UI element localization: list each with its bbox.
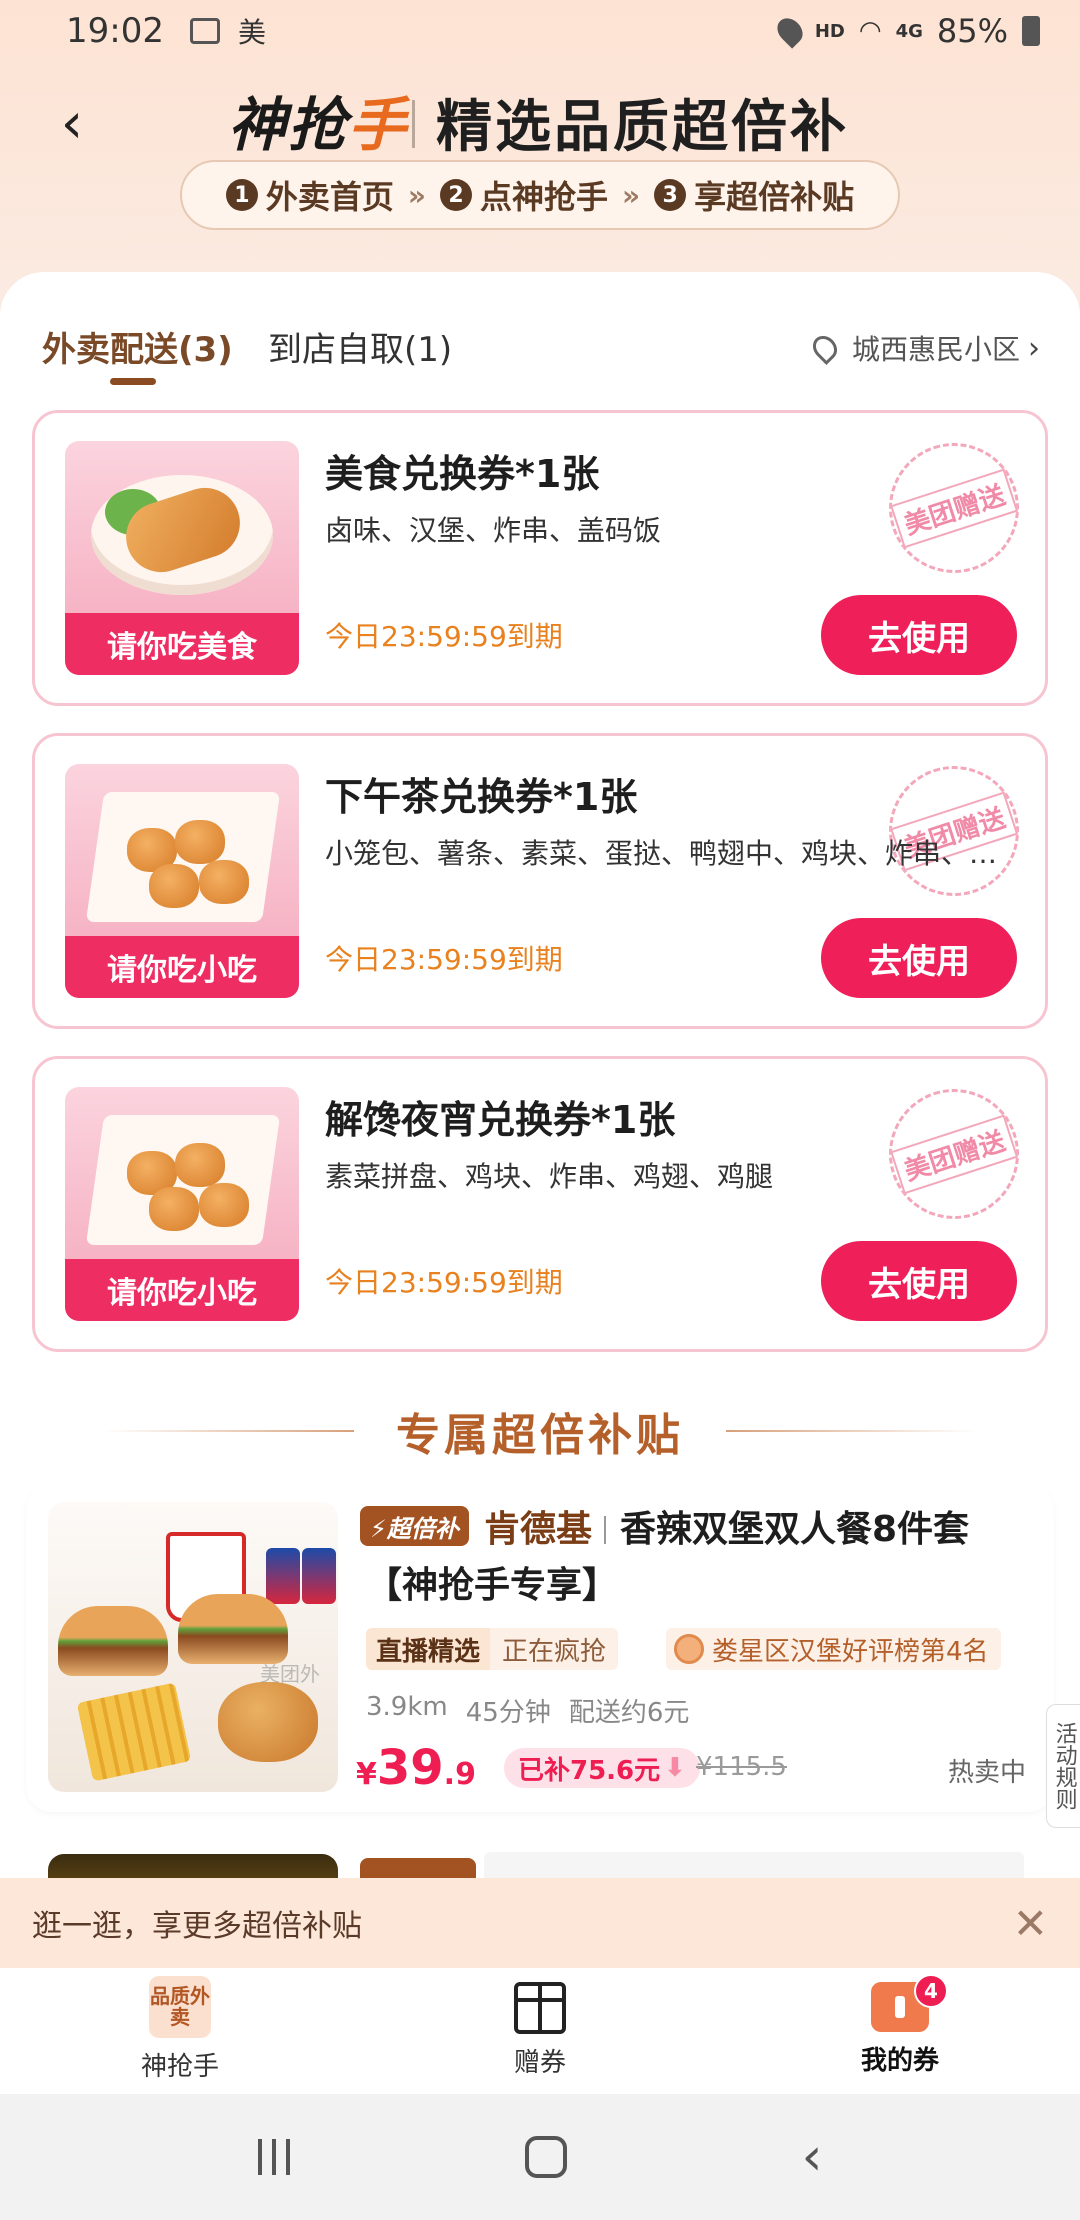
coupon-card: 请你吃小吃 解馋夜宵兑换券*1张 素菜拼盘、鸡块、炸串、鸡翅、鸡腿 美团赠送 今… [32,1056,1048,1352]
status-time: 19:02 [66,11,164,51]
section-header: 专属超倍补贴 [0,1396,1080,1466]
location-pin-icon [808,331,842,365]
home-button[interactable] [524,2136,567,2178]
battery-percent: 85% [936,12,1008,50]
deal-delivery-fee: 配送约6元 [568,1698,690,1728]
coupon-thumb-label: 请你吃小吃 [65,1259,299,1321]
step-2: 2 点神抢手 [439,172,608,218]
title-divider [412,100,415,148]
close-icon[interactable]: ✕ [1013,1899,1048,1948]
status-right: HD ◠ 4G 85% [772,12,1040,50]
back-button[interactable]: ‹ [42,88,102,158]
step-1: 1 外卖首页 [225,172,394,218]
meituan-notification-icon: 美 [237,16,266,49]
coupon-expire: 今日23:59:59到期 [325,1266,563,1299]
hd-label: HD [814,20,845,42]
step-3: 3 享超倍补贴 [654,172,854,218]
deal-price: ¥39.9 [356,1740,476,1796]
coupon-expire: 今日23:59:59到期 [325,620,563,653]
deal-title-divider [604,1516,606,1544]
tab-pickup[interactable]: 到店自取(1) [268,322,452,371]
location-label: 城西惠民小区 [851,333,1020,366]
deal-time: 45分钟 [465,1698,551,1728]
deal-meta: 3.9km 45分钟 配送约6元 [366,1692,689,1729]
battery-icon [1022,16,1040,46]
coupon-desc: 小笼包、薯条、素菜、蛋挞、鸭翅中、鸡块、炸串、… [325,837,998,870]
status-bar: 19:02 美 HD ◠ 4G 85% [0,0,1080,62]
brand-logo: 神抢手 [228,91,409,159]
coupon-card: 请你吃美食 美食兑换券*1张 卤味、汉堡、炸串、盖码饭 美团赠送 今日23:59… [32,410,1048,706]
steps-guide: 1 外卖首页 » 2 点神抢手 » 3 享超倍补贴 [180,160,900,230]
coupon-expire: 今日23:59:59到期 [325,943,563,976]
coupon-title: 美食兑换券*1张 [325,452,600,496]
coupon-thumb-label: 请你吃小吃 [65,936,299,998]
tab-delivery[interactable]: 外卖配送(3) [42,322,233,371]
tab-underline [110,378,156,385]
chevron-left-icon: ‹ [60,90,84,156]
deal-watermark: 美团外 [260,1662,320,1686]
gift-icon [514,1982,566,2034]
deal-distance: 3.9km [366,1692,448,1722]
section-title: 专属超倍补贴 [396,1410,684,1461]
deal-name-line2: 【神抢手专享】 [366,1565,619,1606]
promo-text: 逛一逛，享更多超倍补贴 [32,1909,362,1944]
coupon-card: 请你吃小吃 下午茶兑换券*1张 美团赠送 小笼包、薯条、素菜、蛋挞、鸭翅中、鸡块… [32,733,1048,1029]
coupon-title: 解馋夜宵兑换券*1张 [325,1098,676,1142]
nav-gift-coupons[interactable]: 赠券 [420,1976,660,2079]
super-subsidy-badge: ⚡超倍补 [360,1506,469,1546]
meituan-gift-stamp-icon: 美团赠送 [872,749,1036,913]
use-coupon-button[interactable]: 去使用 [821,1241,1017,1321]
system-back-button[interactable]: ‹ [802,2127,823,2187]
coupon-thumbnail: 请你吃美食 [65,441,299,675]
deal-card[interactable]: 美团外 ⚡超倍补 肯德基 香辣双堡双人餐8件套 【神抢手专享】 直播精选 正在疯抢… [26,1484,1054,1812]
page-title: 精选品质超倍补 [436,95,849,160]
deal-hot-label: 热卖中 [947,1758,1026,1788]
gallery-icon [189,18,220,44]
deal-shop-name: 肯德基 [484,1509,593,1550]
deal-original-price: ¥115.5 [696,1752,787,1782]
live-pick-tag: 直播精选 正在疯抢 [366,1628,619,1670]
rank-tag: 娄星区汉堡好评榜第4名 [666,1628,1001,1670]
step-separator: » [407,178,426,212]
coupon-thumbnail: 请你吃小吃 [65,1087,299,1321]
arrow-down-icon: ⬇ [664,1753,686,1783]
medal-icon [674,1634,704,1664]
promo-banner[interactable]: 逛一逛，享更多超倍补贴 ✕ [0,1878,1080,1968]
wifi-icon: ◠ [858,16,882,46]
deal-name: 香辣双堡双人餐8件套 [620,1509,970,1550]
meituan-gift-stamp-icon: 美团赠送 [872,1072,1036,1236]
coupon-thumbnail: 请你吃小吃 [65,764,299,998]
quality-takeout-icon: 品质外卖 [149,1976,211,2038]
activity-rules-tab[interactable]: 活动规则 [1046,1704,1080,1828]
nav-shenqiangshou[interactable]: 品质外卖 神抢手 [60,1976,300,2083]
deal-image: 美团外 [48,1502,338,1792]
step-separator: » [622,178,641,212]
recent-apps-button[interactable] [257,2139,290,2175]
notification-badge: 4 [914,1974,948,2008]
location-selector[interactable]: 城西惠民小区 › [808,328,1040,368]
location-status-icon [772,13,808,49]
subsidy-amount-tag: 已补75.6元 ⬇ [504,1748,700,1788]
system-nav-bar: ‹ [0,2094,1080,2220]
page-header: ‹ 神抢手 精选品质超倍补 [0,78,1080,168]
section-line-right [726,1430,976,1432]
meituan-gift-stamp-icon: 美团赠送 [872,426,1036,590]
use-coupon-button[interactable]: 去使用 [821,595,1017,675]
section-line-left [104,1430,354,1432]
network-label: 4G [895,20,923,42]
use-coupon-button[interactable]: 去使用 [821,918,1017,998]
coupon-title: 下午茶兑换券*1张 [325,775,638,819]
nav-my-coupons[interactable]: 4 我的券 [780,1974,1020,2077]
coupon-thumb-label: 请你吃美食 [65,613,299,675]
tab-bar: 外卖配送(3) 到店自取(1) 城西惠民小区 › [0,300,1080,390]
chevron-right-icon: › [1028,330,1040,366]
bottom-nav: 品质外卖 神抢手 赠券 4 我的券 [0,1968,1080,2094]
